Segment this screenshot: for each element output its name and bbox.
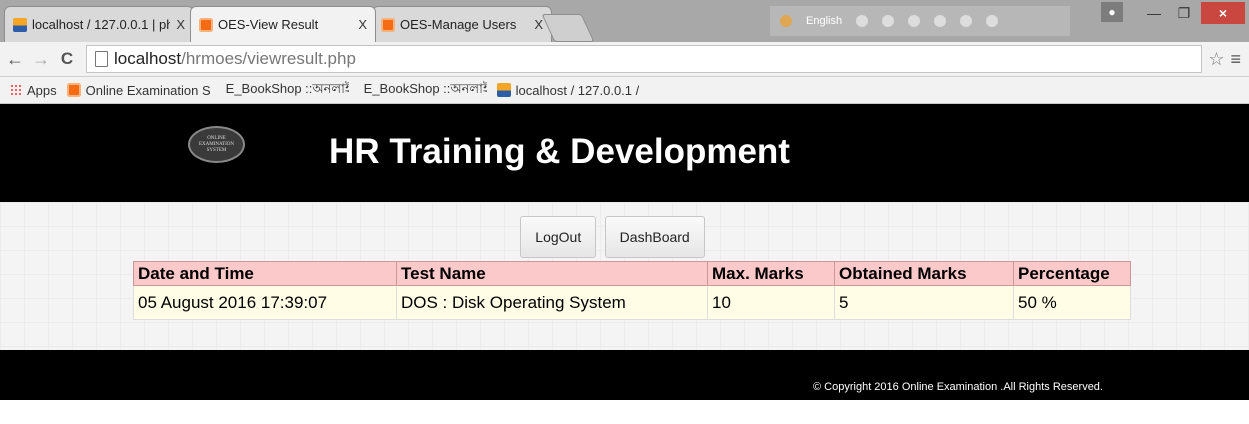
bookmark-label: E_BookShop ::অনলাই (363, 80, 487, 96)
back-arrow-icon[interactable]: ← (4, 49, 26, 70)
user-profile-icon[interactable]: ● (1101, 2, 1123, 22)
tab-title: localhost / 127.0.0.1 | php (32, 17, 171, 32)
nav-buttons: LogOut DashBoard (0, 216, 1249, 258)
column-header: Date and Time (133, 261, 397, 286)
browser-toolbar: ← → C localhost/hrmoes/viewresult.php ☆ … (0, 42, 1249, 77)
table-header-row: Date and Time Test Name Max. Marks Obtai… (133, 261, 1131, 286)
language-indicator[interactable]: English (806, 15, 842, 27)
page-icon (95, 51, 108, 67)
url-host: localhost (114, 49, 182, 68)
oes-icon (199, 17, 213, 32)
close-icon[interactable]: X (534, 17, 543, 32)
cell-date-time: 05 August 2016 17:39:07 (133, 285, 397, 320)
restore-icon[interactable]: ❐ (1171, 2, 1197, 24)
site-footer: © Copyright 2016 Online Examination .All… (0, 350, 1249, 400)
minimize-icon[interactable]: — (1141, 2, 1167, 24)
bookmark-label: Apps (27, 82, 57, 98)
results-table: Date and Time Test Name Max. Marks Obtai… (133, 261, 1131, 320)
ie-icon[interactable] (934, 15, 947, 27)
bookmark-star-icon[interactable]: ☆ (1208, 49, 1224, 70)
keyboard-icon[interactable] (780, 15, 792, 27)
cell-percentage: 50 % (1013, 285, 1131, 320)
table-row: 05 August 2016 17:39:07 DOS : Disk Opera… (133, 285, 1131, 320)
bookmark-label: E_BookShop ::অনলাই (225, 80, 349, 96)
tab-title: OES-Manage Users (400, 17, 517, 32)
help-icon[interactable] (960, 15, 973, 27)
bookmark-online-examination[interactable]: Online Examination S (66, 82, 211, 98)
copyright-text: © Copyright 2016 Online Examination .All… (813, 381, 1103, 393)
close-icon[interactable]: X (176, 17, 185, 32)
tab-title: OES-View Result (218, 17, 319, 32)
phpmyadmin-icon (496, 83, 511, 97)
bookmark-label: localhost / 127.0.0.1 / (515, 82, 640, 98)
cell-max-marks: 10 (707, 285, 835, 320)
tab-view-result[interactable]: OES-View Result X (190, 6, 376, 42)
bookmark-ebookshop[interactable]: E_BookShop ::অনলাই (221, 80, 349, 101)
bookmarks-bar: Apps Online Examination S E_BookShop ::অ… (0, 77, 1249, 104)
oes-icon (66, 83, 81, 97)
site-header: ONLINE EXAMINATION SYSTEM HR Training & … (0, 104, 1249, 202)
cell-obtained-marks: 5 (834, 285, 1014, 320)
oes-icon (381, 17, 395, 32)
column-header: Test Name (396, 261, 708, 286)
tab-phpmyadmin[interactable]: localhost / 127.0.0.1 | php X (4, 6, 194, 42)
apps-grid-icon (10, 84, 22, 96)
page-title: HR Training & Development (329, 132, 790, 171)
settings-icon[interactable] (908, 15, 921, 27)
bookmark-ebookshop[interactable]: E_BookShop ::অনলাই (359, 80, 487, 101)
close-icon[interactable]: X (358, 17, 367, 32)
menu-icon[interactable]: ≡ (1230, 49, 1241, 70)
system-tray: English (770, 6, 1070, 36)
bookmark-localhost[interactable]: localhost / 127.0.0.1 / (496, 82, 640, 98)
close-window-icon[interactable]: × (1201, 2, 1245, 24)
tab-manage-users[interactable]: OES-Manage Users X (372, 6, 552, 42)
url-path: /hrmoes/viewresult.php (181, 49, 356, 68)
column-header: Obtained Marks (834, 261, 1014, 286)
browser-tabstrip: localhost / 127.0.0.1 | php X OES-View R… (0, 0, 1249, 42)
bookmark-label: Online Examination S (85, 82, 211, 98)
power-icon[interactable] (986, 15, 999, 27)
bookmark-apps[interactable]: Apps (10, 83, 57, 98)
column-header: Percentage (1013, 261, 1131, 286)
phpmyadmin-icon (13, 17, 27, 32)
dashboard-button[interactable]: DashBoard (604, 216, 705, 258)
reload-icon[interactable]: C (56, 49, 78, 69)
cell-test-name: DOS : Disk Operating System (396, 285, 708, 320)
tray-icon[interactable] (882, 15, 895, 27)
address-bar[interactable]: localhost/hrmoes/viewresult.php (86, 45, 1203, 73)
window-controls: ● — ❐ × (1101, 2, 1245, 24)
main-content: LogOut DashBoard Date and Time Test Name… (0, 202, 1249, 350)
logout-button[interactable]: LogOut (520, 216, 597, 258)
column-header: Max. Marks (707, 261, 835, 286)
tray-icon[interactable] (856, 15, 869, 27)
forward-arrow-icon[interactable]: → (30, 49, 52, 70)
